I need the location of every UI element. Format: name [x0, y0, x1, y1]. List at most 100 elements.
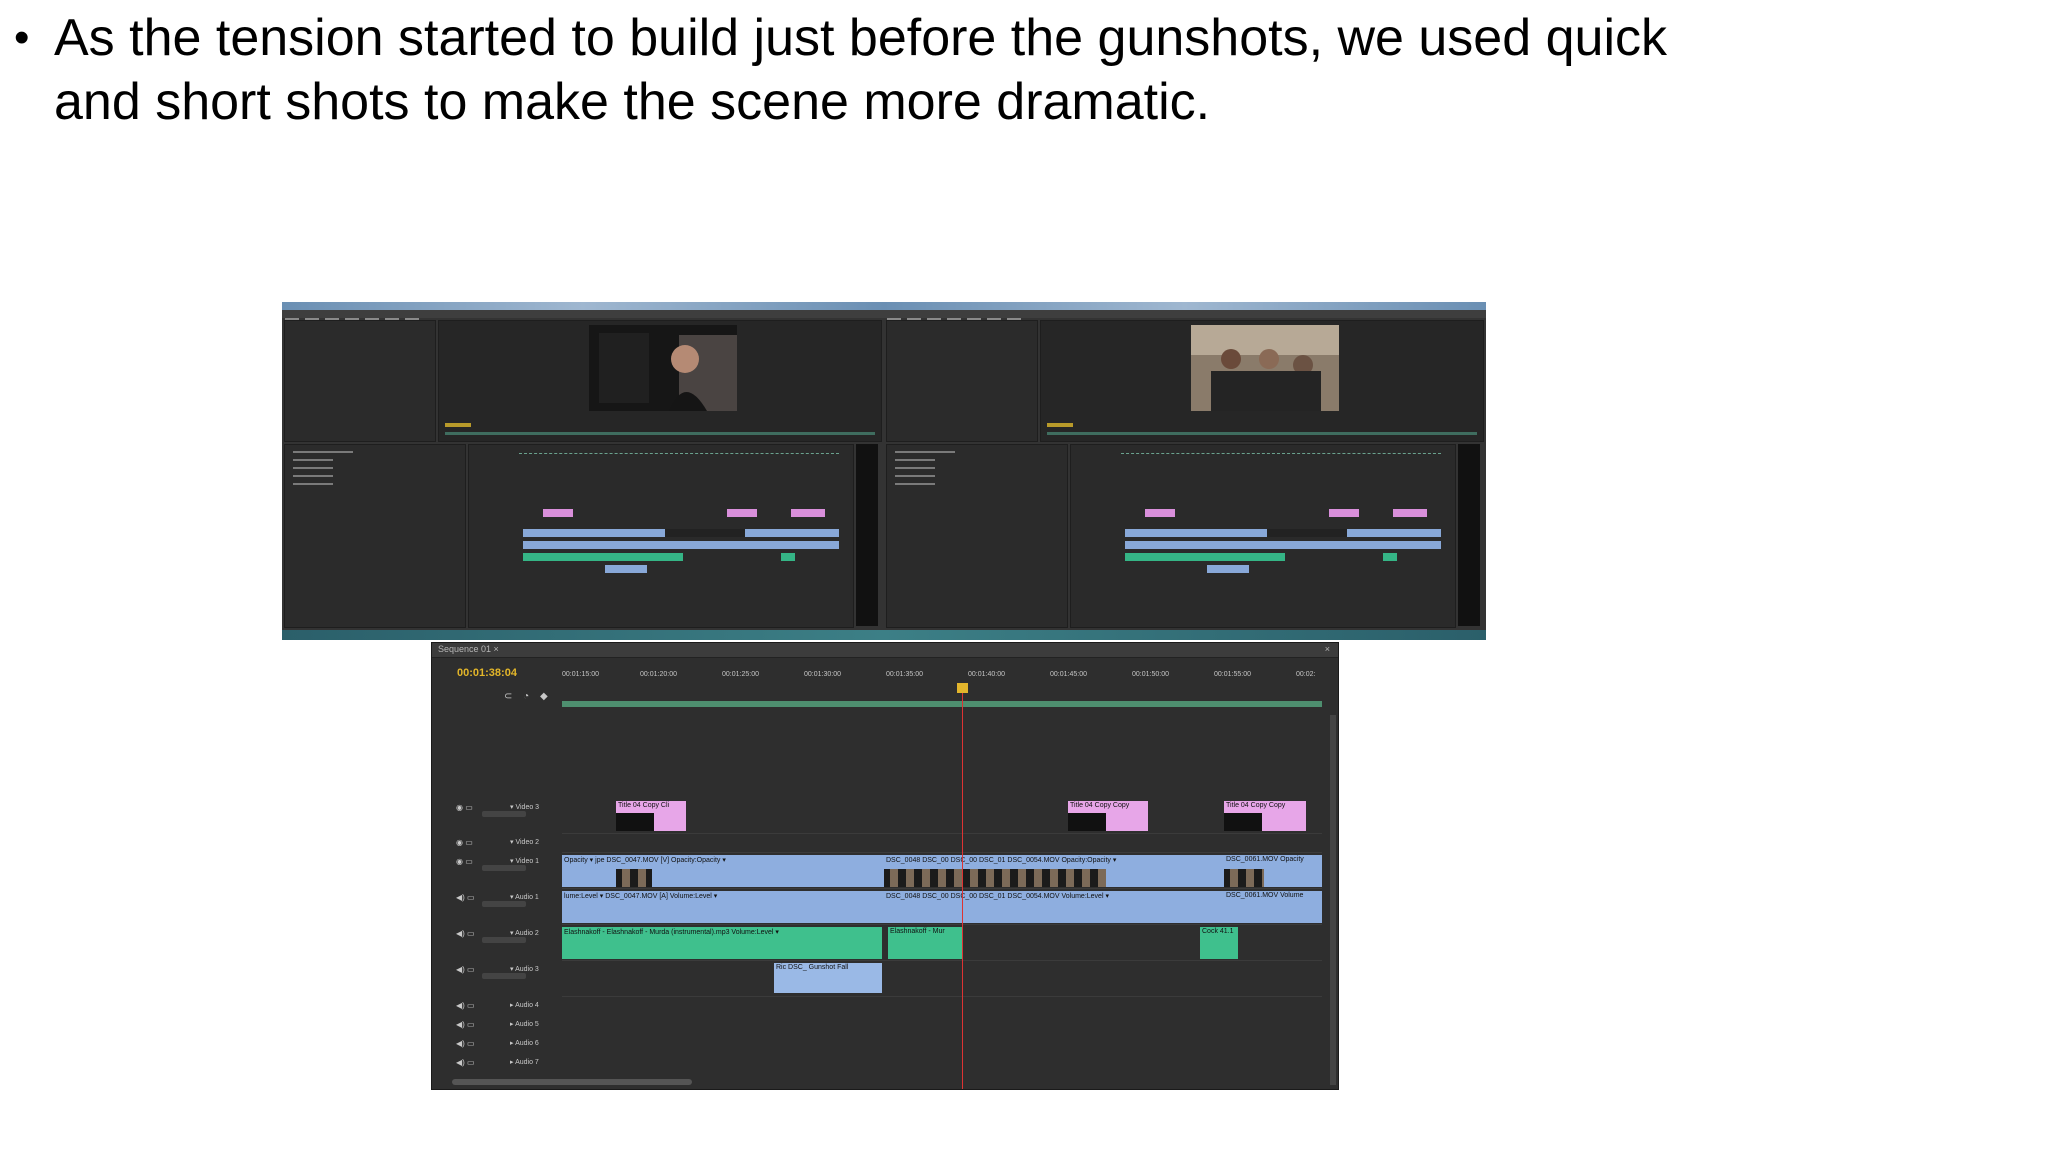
playhead-timecode[interactable]: 00:01:38:04 [457, 667, 517, 679]
clip-thumbnails [884, 869, 1106, 887]
track-divider [562, 833, 1322, 834]
close-icon[interactable]: × [1325, 644, 1330, 654]
music-clip[interactable]: Elashnakoff - Elashnakoff - Murda (instr… [562, 927, 882, 959]
track-name: ▾ Audio 1 [510, 894, 539, 901]
audio-clip[interactable]: DSC_0048 DSC_00 DSC_00 DSC_01 DSC_0054.M… [884, 891, 1224, 923]
music-clip[interactable]: Elashnakoff - Mur [888, 927, 962, 959]
playhead-line[interactable] [962, 683, 963, 1089]
vertical-scrollbar[interactable] [1330, 715, 1336, 1085]
video-frame [1191, 325, 1339, 411]
speaker-icon[interactable]: ◀) ▭ [456, 1058, 475, 1067]
track-header-video-2[interactable]: ◉ ▭ ▾ Video 2 [452, 836, 562, 853]
project-bin [284, 444, 466, 628]
track-name: ▾ Audio 3 [510, 966, 539, 973]
track-name: ▸ Audio 4 [510, 1002, 539, 1009]
video-frame-image [589, 325, 737, 411]
clip-label: Elashnakoff - Mur [890, 928, 945, 935]
title-clip[interactable] [791, 509, 825, 517]
track-header-video-1[interactable]: ◉ ▭ ▾ Video 1 [452, 855, 562, 872]
clip-label: Title 04 Copy Cli [618, 802, 670, 809]
ruler-tick-label: 00:01:15:00 [562, 671, 599, 678]
music-clip[interactable] [523, 553, 683, 561]
eye-icon[interactable]: ◉ ▭ [456, 857, 473, 866]
sequence-timeline: Sequence 01 × × 00:01:38:04 ⊂ ◔ ◆ 00:01:… [431, 642, 1339, 1090]
clip-label: Opacity ▾ jpe DSC_0047.MOV [V] Opacity:O… [564, 857, 726, 864]
track-control[interactable] [482, 937, 526, 943]
ruler-tick-label: 00:01:25:00 [722, 671, 759, 678]
audio-clip[interactable]: DSC_0061.MOV Volume [1224, 891, 1322, 923]
audio-clip[interactable]: lume:Level ▾ DSC_0047.MOV [A] Volume:Lev… [562, 891, 884, 923]
clip-thumbnail [1068, 813, 1106, 831]
audio-meter [856, 444, 878, 626]
audio-clip[interactable] [523, 541, 839, 549]
horizontal-scrollbar[interactable] [452, 1079, 692, 1085]
editor-window-left [282, 302, 884, 640]
speaker-icon[interactable]: ◀) ▭ [456, 929, 475, 938]
title-clip[interactable]: Title 04 Copy Copy [1224, 801, 1306, 831]
track-control[interactable] [482, 901, 526, 907]
track-name: ▾ Video 2 [510, 839, 540, 846]
window-menubar [884, 310, 1486, 321]
playhead-handle[interactable] [957, 683, 968, 693]
title-clip[interactable]: Title 04 Copy Copy [1068, 801, 1148, 831]
title-clip[interactable] [543, 509, 573, 517]
monitor-timecode [445, 423, 471, 427]
ruler-tick-label: 00:01:50:00 [1132, 671, 1169, 678]
sequence-ruler [1121, 453, 1441, 458]
speaker-icon[interactable]: ◀) ▭ [456, 893, 475, 902]
track-divider [562, 852, 1322, 853]
music-clip[interactable]: Cock 41.1 [1200, 927, 1238, 959]
bullet-item: • As the tension started to build just b… [14, 6, 1714, 134]
ruler-tick-label: 00:01:40:00 [968, 671, 1005, 678]
track-header-audio-7[interactable]: ◀) ▭ ▸ Audio 7 [452, 1056, 562, 1073]
track-header-audio-2[interactable]: ◀) ▭ ▾ Audio 2 [452, 927, 562, 944]
windows-taskbar [282, 630, 1486, 640]
monitor-scrubber[interactable] [1047, 432, 1477, 435]
ruler-tick-label: 00:01:35:00 [886, 671, 923, 678]
track-control[interactable] [482, 865, 526, 871]
audio-clip[interactable] [1125, 541, 1441, 549]
track-control[interactable] [482, 811, 526, 817]
track-header-video-3[interactable]: ◉ ▭ ▾ Video 3 [452, 801, 562, 818]
tab-sequence-01[interactable]: Sequence 01 × [438, 644, 499, 654]
sfx-clip[interactable]: Ric DSC_ Gunshot Fall [774, 963, 882, 993]
video-clip[interactable]: Opacity ▾ jpe DSC_0047.MOV [V] Opacity:O… [562, 855, 884, 887]
title-clip[interactable] [1145, 509, 1175, 517]
eye-icon[interactable]: ◉ ▭ [456, 803, 473, 812]
ruler-tick-label: 00:01:30:00 [804, 671, 841, 678]
work-area-bar[interactable] [562, 701, 1322, 707]
title-clip[interactable] [1393, 509, 1427, 517]
track-header-audio-6[interactable]: ◀) ▭ ▸ Audio 6 [452, 1037, 562, 1054]
video-frame-image [1191, 325, 1339, 411]
eye-icon[interactable]: ◉ ▭ [456, 838, 473, 847]
track-name: ▸ Audio 7 [510, 1059, 539, 1066]
track-header-audio-1[interactable]: ◀) ▭ ▾ Audio 1 [452, 891, 562, 908]
track-control[interactable] [482, 973, 526, 979]
title-clip[interactable] [1329, 509, 1359, 517]
speaker-icon[interactable]: ◀) ▭ [456, 965, 475, 974]
music-clip[interactable] [1125, 553, 1285, 561]
clip-label: DSC_0061.MOV Opacity [1226, 856, 1304, 863]
music-clip[interactable] [1383, 553, 1397, 561]
speaker-icon[interactable]: ◀) ▭ [456, 1020, 475, 1029]
speaker-icon[interactable]: ◀) ▭ [456, 1001, 475, 1010]
title-clip[interactable]: Title 04 Copy Cli [616, 801, 686, 831]
title-clip[interactable] [727, 509, 757, 517]
monitor-scrubber[interactable] [445, 432, 875, 435]
clip-thumbnails [616, 869, 652, 887]
snap-marker-tools[interactable]: ⊂ ◔ ◆ [504, 691, 552, 702]
time-ruler[interactable]: 00:01:15:00 00:01:20:00 00:01:25:00 00:0… [562, 671, 1322, 683]
track-header-audio-5[interactable]: ◀) ▭ ▸ Audio 5 [452, 1018, 562, 1035]
track-header-audio-4[interactable]: ◀) ▭ ▸ Audio 4 [452, 999, 562, 1016]
clip-label: lume:Level ▾ DSC_0047.MOV [A] Volume:Lev… [564, 893, 718, 900]
sfx-clip[interactable] [1207, 565, 1249, 573]
music-clip[interactable] [781, 553, 795, 561]
track-header-audio-3[interactable]: ◀) ▭ ▾ Audio 3 [452, 963, 562, 980]
speaker-icon[interactable]: ◀) ▭ [456, 1039, 475, 1048]
window-menubar [282, 310, 884, 321]
bullet-dot: • [14, 13, 30, 62]
program-monitor [438, 320, 882, 442]
clip-label: Title 04 Copy Copy [1070, 802, 1130, 809]
sfx-clip[interactable] [605, 565, 647, 573]
project-bin [886, 444, 1068, 628]
